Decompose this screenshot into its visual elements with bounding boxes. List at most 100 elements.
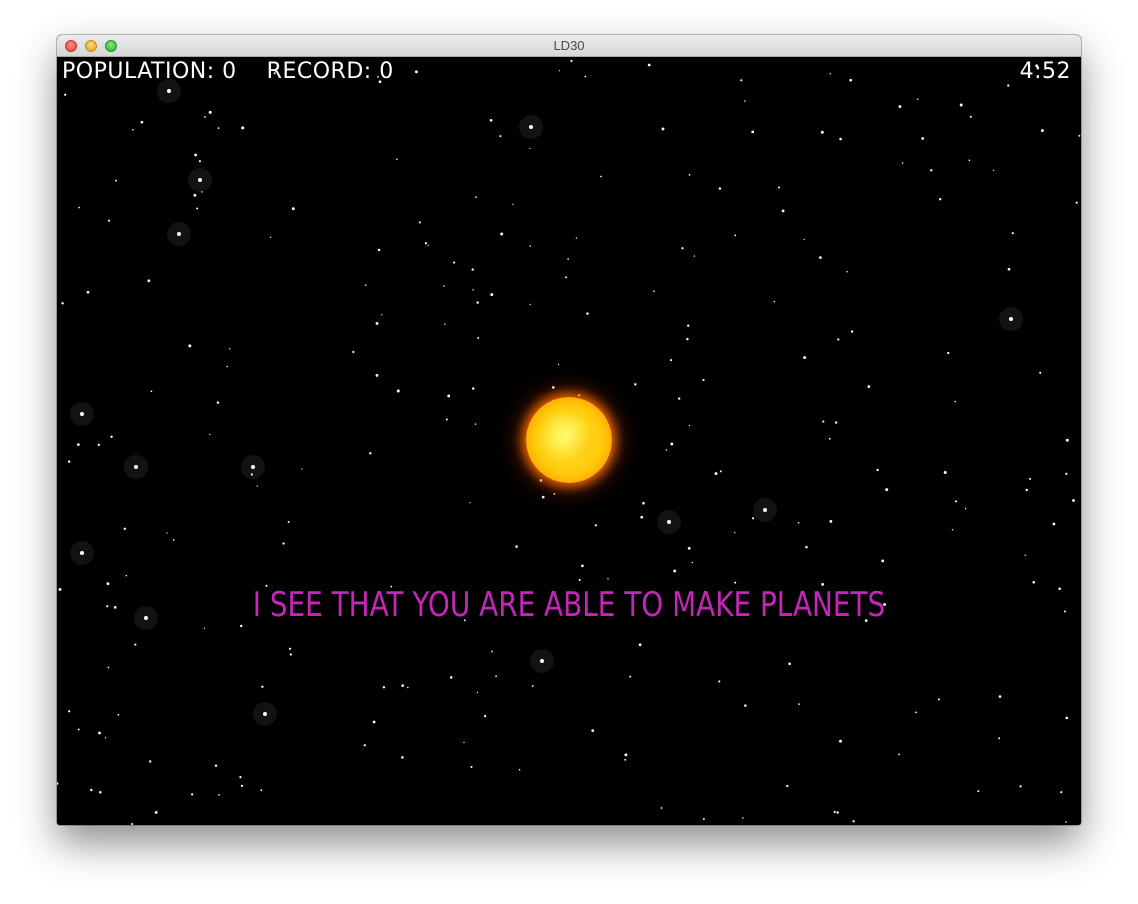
star (196, 207, 199, 210)
star (256, 485, 258, 487)
star (586, 312, 589, 315)
star (147, 279, 151, 283)
star (471, 268, 474, 271)
star (719, 470, 722, 473)
title-bar[interactable]: LD30 (57, 35, 1081, 57)
timer: 4:52 (1019, 59, 1071, 84)
star (581, 564, 584, 568)
star (208, 110, 212, 114)
star (444, 323, 446, 325)
star (915, 711, 918, 714)
star (687, 546, 691, 550)
star (217, 127, 220, 129)
star (470, 765, 473, 768)
star (955, 500, 958, 503)
star (369, 452, 372, 455)
star (424, 242, 428, 245)
star (558, 70, 560, 72)
star (372, 720, 376, 724)
star (474, 423, 477, 425)
star (647, 63, 651, 67)
star (99, 791, 102, 794)
bright-star (540, 659, 544, 663)
star (512, 203, 514, 205)
star (565, 276, 568, 279)
star (491, 650, 493, 653)
star (518, 768, 521, 771)
star (97, 443, 100, 447)
star (702, 818, 705, 820)
star (829, 519, 833, 523)
star (1019, 785, 1022, 788)
star (977, 790, 980, 793)
star (797, 521, 800, 524)
game-canvas[interactable]: POPULATION: 0 RECORD: 0 4:52 I SEE THAT Y… (57, 57, 1081, 825)
star (240, 624, 243, 628)
star (740, 79, 743, 82)
star (472, 387, 475, 390)
star (375, 321, 379, 325)
star (140, 120, 144, 124)
star (241, 126, 245, 130)
star (149, 760, 152, 763)
star (803, 356, 807, 360)
star (805, 545, 808, 549)
star (64, 93, 67, 96)
star (396, 158, 398, 161)
star (1052, 522, 1056, 526)
star (969, 115, 972, 118)
star (483, 714, 487, 718)
star (453, 261, 456, 264)
star (198, 160, 201, 163)
star (495, 675, 497, 678)
star (788, 662, 791, 666)
star (287, 521, 290, 523)
star (553, 493, 556, 495)
star (529, 303, 531, 306)
star (166, 532, 168, 534)
star (68, 710, 71, 713)
star (734, 581, 737, 584)
star (665, 449, 668, 451)
star (78, 206, 80, 209)
star (557, 363, 560, 366)
star (476, 691, 479, 694)
star (959, 103, 963, 107)
bright-star (763, 508, 767, 512)
star (77, 443, 80, 446)
star (551, 386, 555, 389)
star (61, 302, 64, 305)
star (718, 680, 721, 683)
star (449, 676, 453, 679)
star (828, 437, 831, 440)
star (1039, 371, 1042, 374)
star (209, 433, 211, 436)
star (600, 175, 602, 178)
star (117, 713, 120, 716)
star (917, 98, 919, 100)
star (1025, 488, 1028, 492)
star (992, 169, 995, 172)
star (469, 502, 471, 504)
star (203, 627, 206, 630)
star (669, 359, 673, 362)
star (876, 468, 879, 472)
narration-message: I SEE THAT YOU ARE ABLE TO MAKE PLANETS (252, 585, 886, 625)
star (377, 248, 381, 252)
star (822, 420, 825, 423)
star (803, 238, 805, 241)
star (218, 793, 220, 796)
star (798, 703, 800, 705)
star (687, 324, 690, 327)
star (98, 731, 101, 735)
star (584, 75, 587, 78)
star (629, 675, 632, 678)
sun[interactable] (526, 397, 612, 483)
star (1007, 267, 1011, 271)
star (490, 293, 494, 297)
star (964, 508, 967, 510)
star (867, 385, 871, 388)
star (702, 379, 705, 382)
star (1024, 554, 1026, 556)
star (427, 244, 429, 247)
